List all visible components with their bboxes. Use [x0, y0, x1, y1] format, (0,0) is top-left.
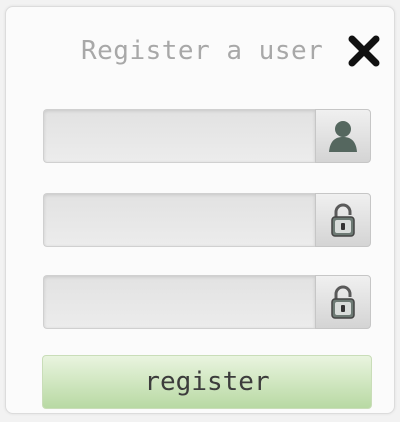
confirm-password-icon-addon — [315, 275, 371, 329]
password-icon-addon — [315, 193, 371, 247]
dialog-title: Register a user — [81, 36, 324, 66]
lock-icon — [331, 285, 355, 319]
username-input[interactable] — [43, 109, 315, 163]
register-button[interactable]: register — [42, 355, 372, 409]
close-icon — [348, 35, 380, 67]
password-input[interactable] — [43, 193, 315, 247]
confirm-password-input[interactable] — [43, 275, 315, 329]
user-icon — [329, 121, 357, 152]
register-dialog: Register a user register — [5, 6, 395, 414]
username-field-group — [43, 109, 371, 163]
password-field-group — [43, 193, 371, 247]
confirm-password-field-group — [43, 275, 371, 329]
username-icon-addon — [315, 109, 371, 163]
close-button[interactable] — [346, 33, 382, 69]
lock-icon — [331, 203, 355, 237]
